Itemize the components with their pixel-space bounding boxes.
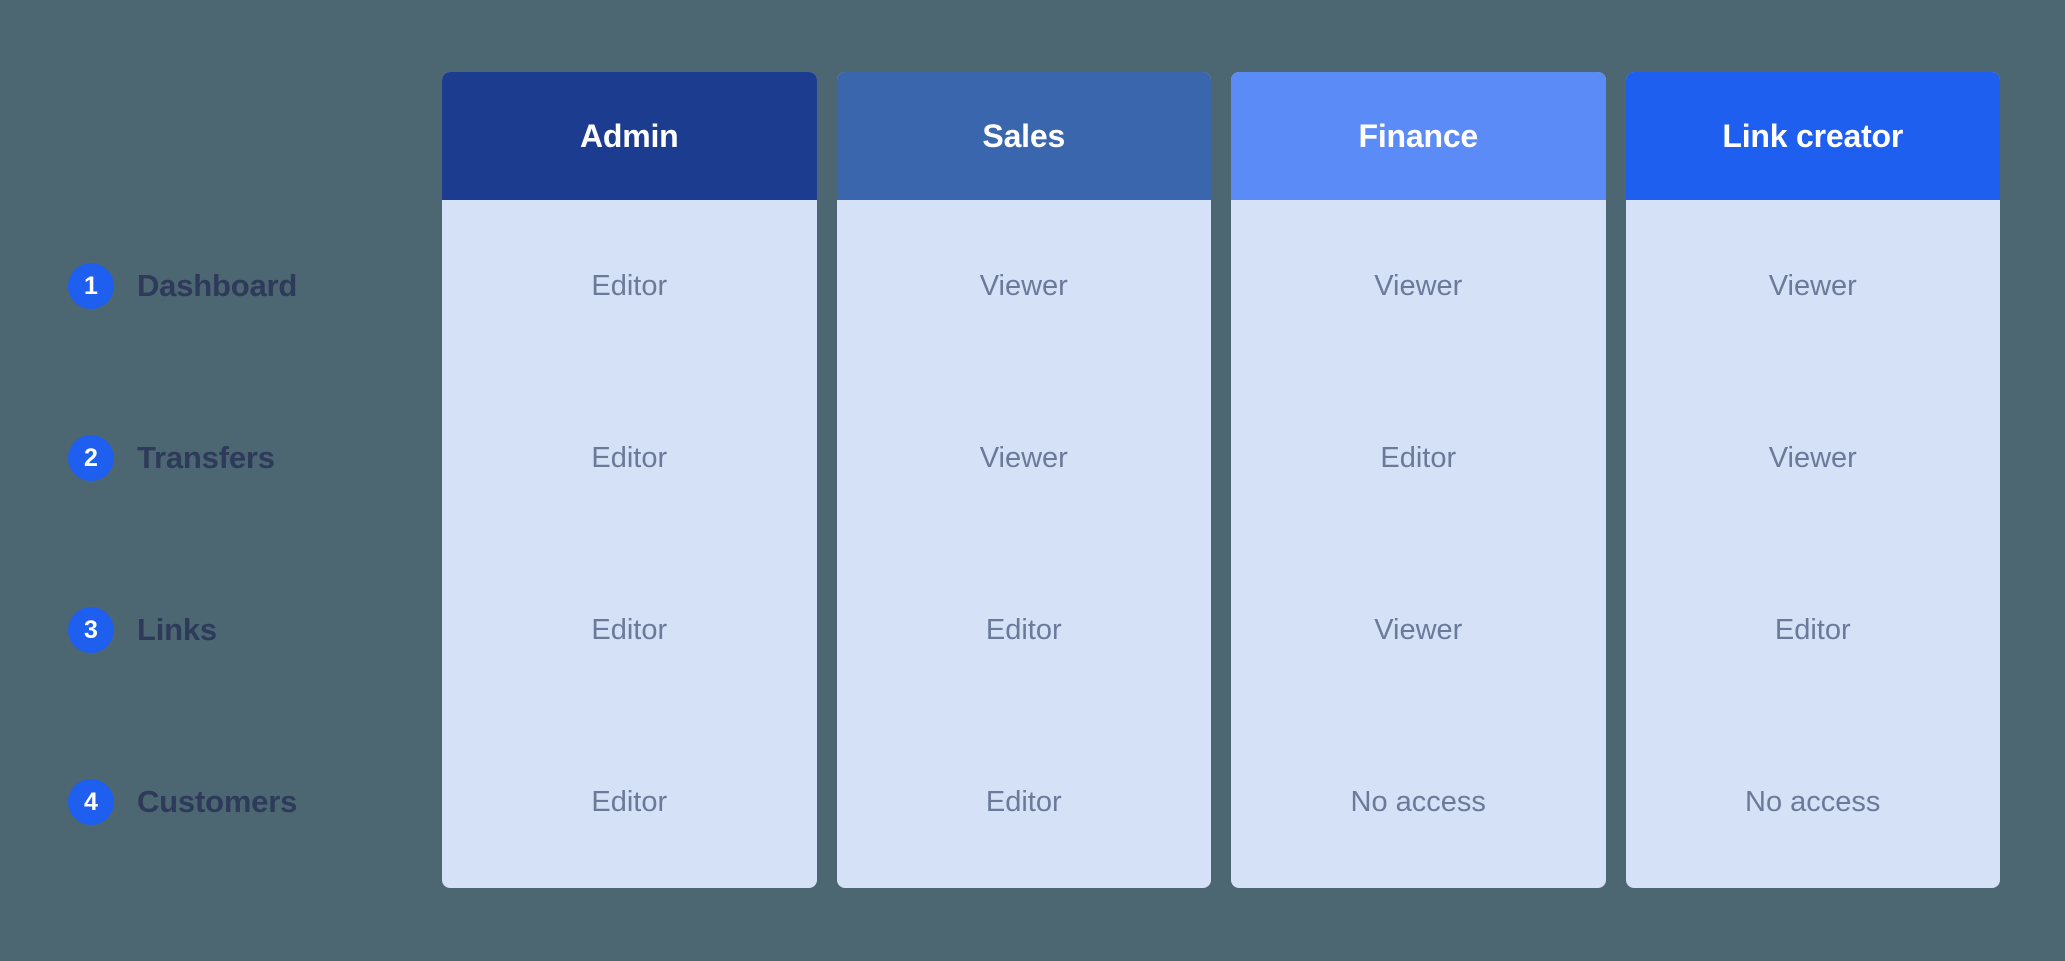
permission-cell: No access [1350,785,1486,818]
role-column-admin: Admin Editor Editor Editor Editor [442,72,817,888]
column-header: Admin [442,72,817,200]
permissions-matrix: 1 Dashboard 2 Transfers 3 Links 4 Customers Adm… [0,0,2065,961]
row-label-rail: 1 Dashboard 2 Transfers 3 Links 4 Customers [0,200,442,888]
row-label-transfers: 2 Transfers [0,372,442,544]
permission-cell: Viewer [1768,441,1857,474]
row-label-dashboard: 1 Dashboard [0,200,442,372]
permission-cell: No access [1745,785,1881,818]
row-label-customers: 4 Customers [0,716,442,888]
row-number-badge: 2 [68,435,114,481]
permission-cell: Editor [985,785,1062,818]
permission-cell: Viewer [1768,269,1857,302]
permission-cell: Editor [591,785,668,818]
column-header: Link creator [1625,72,2000,200]
row-number-badge: 4 [68,779,114,825]
row-label-links: 3 Links [0,544,442,716]
permission-cell: Editor [1774,613,1851,646]
permission-cell: Viewer [1374,269,1463,302]
role-columns: Admin Editor Editor Editor Editor Sales Viewer… [442,72,2000,888]
role-column-link-creator: Link creator Viewer Viewer Editor No access [1625,72,2001,888]
role-column-sales: Sales Viewer Viewer Editor Editor [836,72,1212,888]
column-header: Finance [1231,72,1606,200]
column-header: Sales [836,72,1211,200]
row-number-badge: 3 [68,607,114,653]
column-body: Viewer Editor Viewer No access [1231,200,1606,888]
row-number-badge: 1 [68,263,114,309]
permission-cell: Viewer [979,269,1068,302]
permission-cell: Editor [1380,441,1457,474]
permission-cell: Editor [591,613,668,646]
column-body: Viewer Viewer Editor Editor [837,200,1212,888]
permission-cell: Editor [591,269,668,302]
row-label-text: Links [137,612,217,647]
column-body: Viewer Viewer Editor No access [1626,200,2001,888]
permission-cell: Viewer [979,441,1068,474]
column-body: Editor Editor Editor Editor [442,200,817,888]
permission-cell: Editor [985,613,1062,646]
row-label-text: Customers [137,784,298,819]
permission-cell: Viewer [1374,613,1463,646]
row-label-text: Dashboard [137,268,298,303]
role-column-finance: Finance Viewer Editor Viewer No access [1231,72,1606,888]
row-label-text: Transfers [137,440,275,475]
permission-cell: Editor [591,441,668,474]
